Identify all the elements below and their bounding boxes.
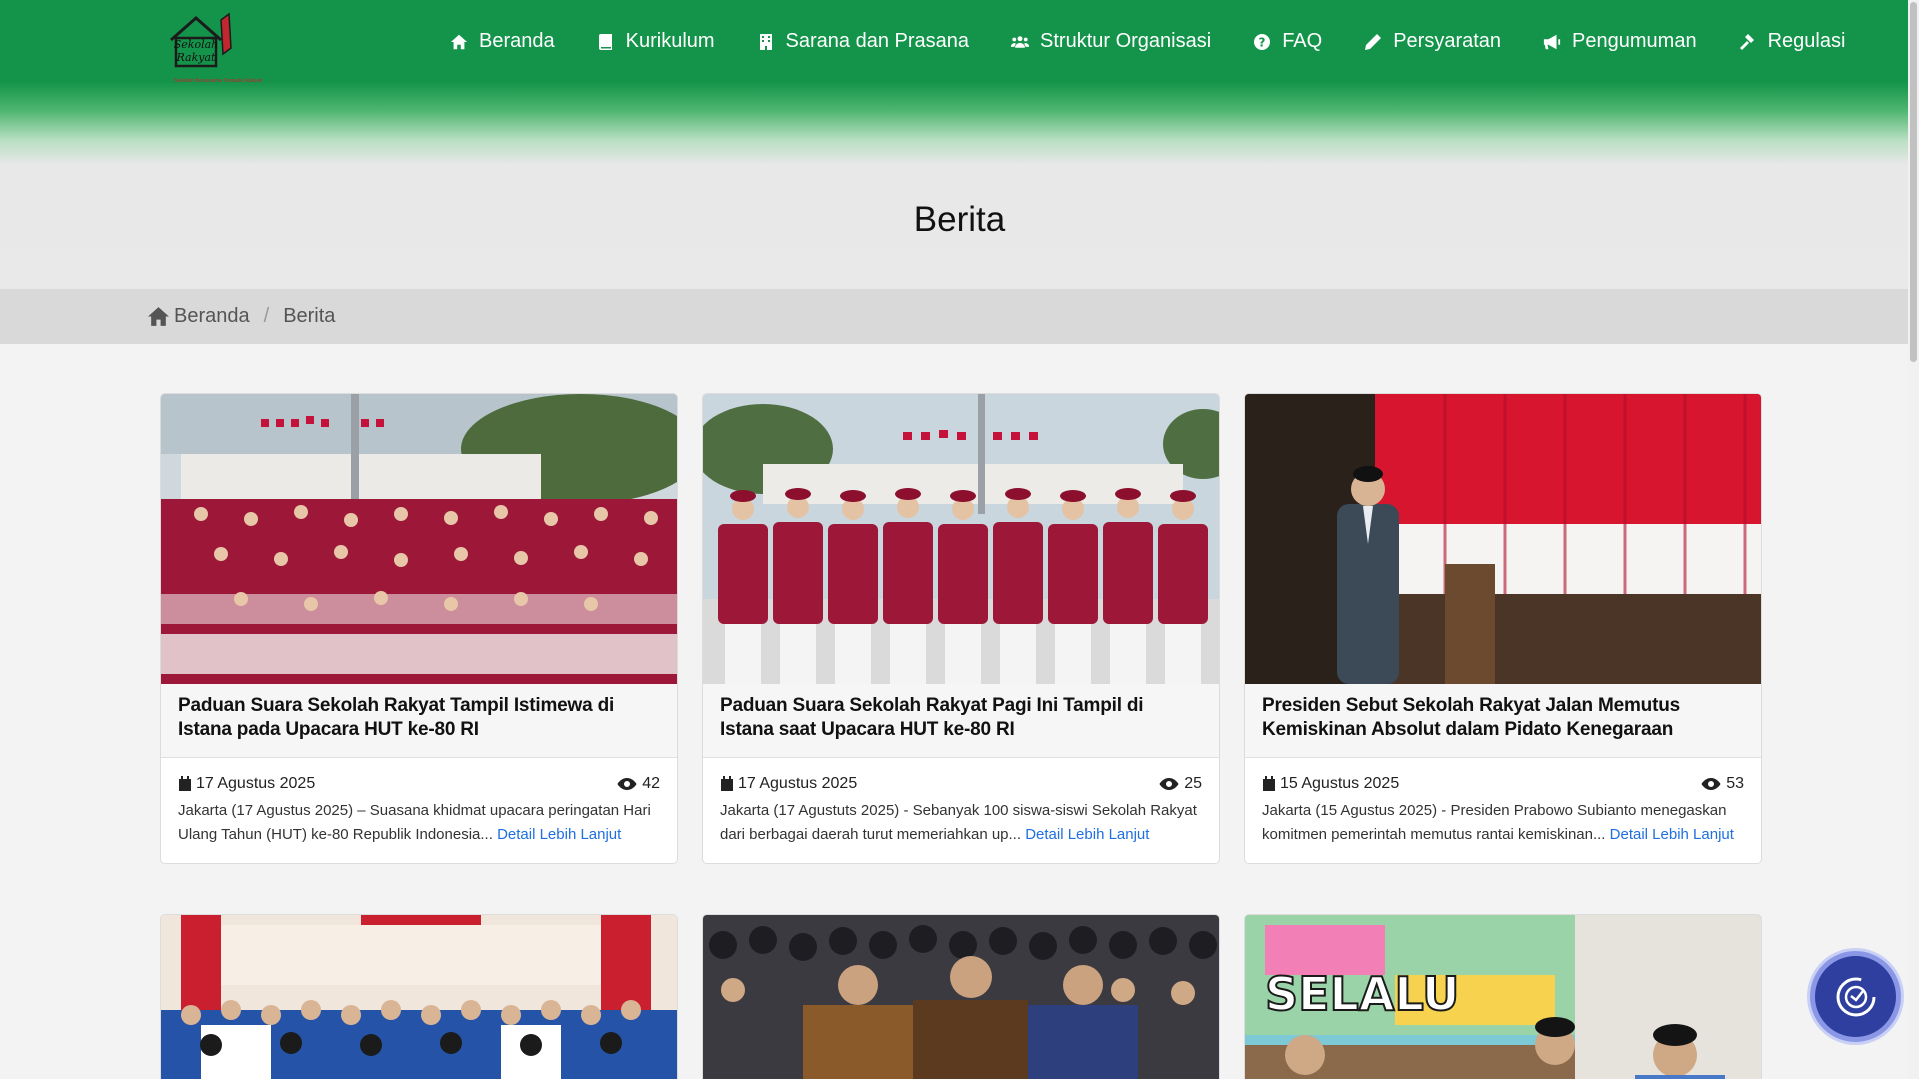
breadcrumb-current: Berita	[283, 305, 336, 327]
detail-link[interactable]: Detail Lebih Lanjut	[1610, 826, 1734, 843]
nav-label: Regulasi	[1767, 30, 1846, 52]
news-views-count: 25	[1184, 775, 1202, 792]
svg-text:Rakyat: Rakyat	[176, 51, 217, 64]
news-title[interactable]: Paduan Suara Sekolah Rakyat Tampil Istim…	[178, 694, 660, 742]
nav-label: FAQ	[1282, 30, 1323, 52]
detail-link[interactable]: Detail Lebih Lanjut	[1025, 826, 1149, 843]
nav-item-beranda[interactable]: Beranda	[450, 30, 555, 53]
news-views: 53	[1701, 775, 1744, 793]
news-meta: 17 Agustus 2025 25	[720, 775, 1202, 793]
news-section: Paduan Suara Sekolah Rakyat Tampil Istim…	[0, 344, 1919, 1079]
pencil-icon	[1365, 33, 1382, 50]
accessibility-button[interactable]	[1810, 951, 1901, 1042]
nav-item-struktur[interactable]: Struktur Organisasi	[1011, 30, 1211, 53]
breadcrumb-bar: Beranda / Berita	[0, 289, 1919, 344]
nav-label: Persyaratan	[1393, 30, 1502, 52]
svg-text:Sekolah Berasrama Terpadu Raky: Sekolah Berasrama Terpadu Rakyat	[174, 78, 263, 84]
gavel-icon	[1739, 33, 1754, 50]
news-photo[interactable]	[161, 394, 677, 684]
nav-item-pengumuman[interactable]: Pengumuman	[1543, 30, 1697, 53]
news-card[interactable]: Paduan Suara Sekolah Rakyat Tampil Istim…	[160, 393, 678, 864]
news-meta: 15 Agustus 2025 53	[1262, 775, 1744, 793]
accessibility-icon	[1836, 977, 1875, 1016]
nav-label: Kurikulum	[625, 30, 715, 52]
news-title[interactable]: Paduan Suara Sekolah Rakyat Pagi Ini Tam…	[720, 694, 1202, 742]
svg-text:Sekolah: Sekolah	[174, 38, 219, 51]
news-card[interactable]: Paduan Suara Sekolah Rakyat Pagi Ini Tam…	[702, 393, 1220, 864]
main-nav: Beranda Kurikulum Sarana dan Prasana Str…	[450, 30, 1845, 53]
nav-label: Sarana dan Prasana	[785, 30, 970, 52]
news-views-count: 42	[642, 775, 660, 792]
news-card-body: 17 Agustus 2025 25 Jakarta (17 Agustuts …	[703, 758, 1219, 863]
eye-icon	[1159, 778, 1179, 790]
news-photo[interactable]	[161, 915, 677, 1079]
book-icon	[598, 33, 612, 50]
calendar-icon	[179, 776, 191, 791]
news-card-header: Paduan Suara Sekolah Rakyat Pagi Ini Tam…	[703, 684, 1219, 758]
breadcrumb-separator: /	[263, 305, 270, 327]
nav-item-persyaratan[interactable]: Persyaratan	[1364, 30, 1501, 53]
home-icon	[148, 307, 169, 326]
nav-item-sarana[interactable]: Sarana dan Prasana	[757, 30, 969, 53]
news-photo[interactable]: SELALU	[1245, 915, 1761, 1079]
news-views-count: 53	[1726, 775, 1744, 792]
megaphone-icon	[1543, 34, 1561, 49]
news-meta: 17 Agustus 2025 42	[178, 775, 660, 793]
svg-text:?: ?	[1259, 35, 1266, 49]
news-excerpt: Jakarta (15 Agustus 2025) - Presiden Pra…	[1262, 799, 1744, 847]
news-photo[interactable]	[703, 915, 1219, 1079]
building-icon	[759, 33, 772, 50]
news-card-body: 17 Agustus 2025 42 Jakarta (17 Agustus 2…	[161, 758, 677, 863]
nav-item-faq[interactable]: ? FAQ	[1253, 30, 1322, 53]
news-photo[interactable]	[1245, 394, 1761, 684]
news-date: 17 Agustus 2025	[178, 775, 315, 793]
breadcrumb-home-label: Beranda	[174, 305, 250, 327]
detail-link[interactable]: Detail Lebih Lanjut	[497, 826, 621, 843]
news-photo[interactable]	[703, 394, 1219, 684]
page-scrollbar[interactable]	[1908, 0, 1919, 1079]
svg-text:SELALU: SELALU	[1265, 967, 1460, 1021]
news-card-body: 15 Agustus 2025 53 Jakarta (15 Agustus 2…	[1245, 758, 1761, 863]
nav-label: Struktur Organisasi	[1040, 30, 1212, 52]
news-date-text: 17 Agustus 2025	[196, 775, 316, 792]
eye-icon	[1701, 778, 1721, 790]
news-card-header: Paduan Suara Sekolah Rakyat Tampil Istim…	[161, 684, 677, 758]
breadcrumb: Beranda / Berita	[147, 305, 335, 328]
news-excerpt: Jakarta (17 Agustus 2025) – Suasana khid…	[178, 799, 660, 847]
news-card[interactable]: Presiden Sebut Sekolah Rakyat Jalan Memu…	[1244, 393, 1762, 864]
news-views: 42	[617, 775, 660, 793]
nav-label: Pengumuman	[1572, 30, 1697, 52]
news-views: 25	[1159, 775, 1202, 793]
nav-item-kurikulum[interactable]: Kurikulum	[597, 30, 715, 53]
eye-icon	[617, 778, 637, 790]
question-circle-icon: ?	[1254, 33, 1271, 50]
news-date: 17 Agustus 2025	[720, 775, 857, 793]
news-excerpt: Jakarta (17 Agustuts 2025) - Sebanyak 10…	[720, 799, 1202, 847]
news-card-partial[interactable]	[160, 914, 678, 1079]
hero-header: Sekolah Rakyat Sekolah Berasrama Terpadu…	[0, 0, 1919, 290]
news-card-header: Presiden Sebut Sekolah Rakyat Jalan Memu…	[1245, 684, 1761, 758]
news-date-text: 15 Agustus 2025	[1280, 775, 1400, 792]
news-date: 15 Agustus 2025	[1262, 775, 1399, 793]
scrollbar-thumb[interactable]	[1910, 2, 1917, 362]
home-icon	[450, 34, 468, 49]
users-icon	[1011, 35, 1030, 48]
news-date-text: 17 Agustus 2025	[738, 775, 858, 792]
site-logo[interactable]: Sekolah Rakyat Sekolah Berasrama Terpadu…	[143, 8, 293, 86]
nav-item-regulasi[interactable]: Regulasi	[1739, 30, 1846, 53]
page-title: Berita	[913, 200, 1006, 239]
nav-label: Beranda	[479, 30, 555, 52]
calendar-icon	[721, 776, 733, 791]
breadcrumb-home-link[interactable]: Beranda	[147, 305, 250, 328]
news-card-partial[interactable]	[702, 914, 1220, 1079]
news-title[interactable]: Presiden Sebut Sekolah Rakyat Jalan Memu…	[1262, 694, 1744, 742]
calendar-icon	[1263, 776, 1275, 791]
news-card-partial[interactable]: SELALU	[1244, 914, 1762, 1079]
